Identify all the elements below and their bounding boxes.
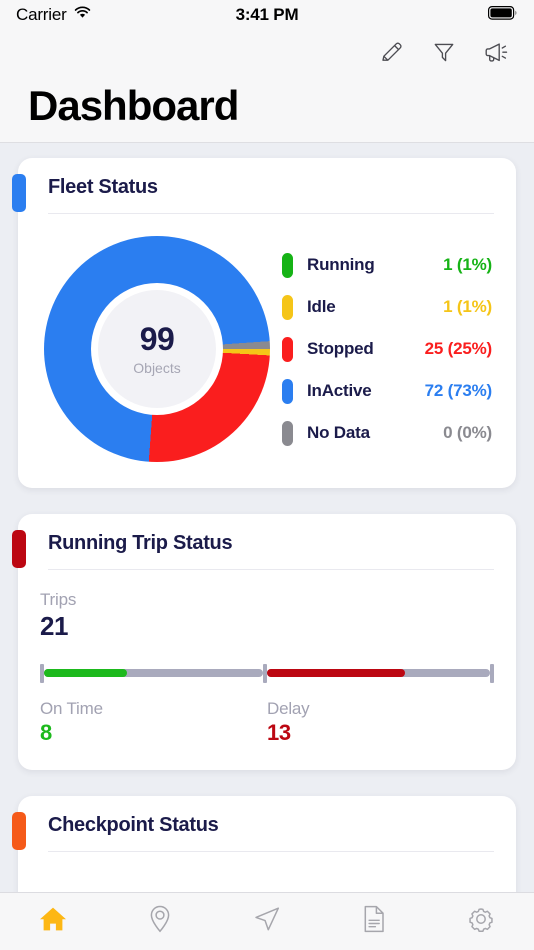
on-time-label: On Time	[40, 698, 103, 718]
trip-card-body: Trips 21 On Time 8 Delay 13	[18, 570, 516, 770]
legend-swatch-icon	[282, 336, 293, 362]
app-header: Dashboard	[0, 30, 534, 144]
page-title: Dashboard	[28, 82, 239, 129]
tab-navigate[interactable]	[214, 893, 321, 950]
trip-progress-bars[interactable]	[40, 663, 494, 683]
delay-label: Delay	[267, 698, 310, 718]
legend-value: 25 (25%)	[424, 339, 493, 358]
dashboard-scroll-area[interactable]: Fleet Status 99 Objects Running 1 (1%) Idl…	[0, 150, 534, 892]
legend-swatch-icon	[282, 252, 293, 278]
legend-label: Idle	[307, 297, 336, 316]
trip-card-title: Running Trip Status	[48, 532, 233, 554]
delay-fill	[267, 669, 406, 678]
legend-value: 1 (1%)	[443, 255, 492, 274]
document-icon	[360, 903, 388, 940]
on-time-value: 8	[40, 719, 52, 745]
fleet-card-title: Fleet Status	[48, 176, 158, 198]
legend-label: Running	[307, 255, 375, 274]
running-trip-status-card[interactable]: Running Trip Status Trips 21 On Time 8 D…	[12, 514, 516, 770]
pencil-icon	[379, 39, 405, 70]
trips-value: 21	[40, 611, 69, 641]
donut-center: 99 Objects	[91, 283, 223, 415]
status-bar-left: Carrier	[16, 5, 91, 25]
megaphone-icon	[483, 39, 510, 70]
legend-label: InActive	[307, 381, 372, 400]
funnel-icon	[431, 39, 457, 70]
trips-metric: Trips 21	[40, 590, 494, 642]
legend-swatch-icon	[282, 420, 293, 446]
legend-row[interactable]: Idle 1 (1%)	[282, 286, 492, 328]
tab-reports[interactable]	[320, 893, 427, 950]
checkpoint-card-header: Checkpoint Status	[18, 796, 516, 851]
gear-icon	[465, 903, 497, 940]
donut-total-value: 99	[139, 320, 175, 357]
legend-value: 1 (1%)	[443, 297, 492, 316]
battery-full-icon	[488, 5, 518, 25]
tab-settings[interactable]	[427, 893, 534, 950]
trip-footer: On Time 8 Delay 13	[40, 699, 494, 746]
legend-row[interactable]: InActive 72 (73%)	[282, 370, 492, 412]
legend-row[interactable]: Running 1 (1%)	[282, 244, 492, 286]
header-actions	[28, 30, 516, 78]
trip-card-accent-bar	[12, 530, 26, 568]
legend-swatch-icon	[282, 294, 293, 320]
fleet-legend: Running 1 (1%) Idle 1 (1%) Stopped 25 (25%) In…	[270, 244, 494, 454]
tab-location[interactable]	[107, 893, 214, 950]
tab-home[interactable]	[0, 893, 107, 950]
trips-label: Trips	[40, 590, 77, 609]
delay-metric: Delay 13	[267, 699, 494, 746]
carrier-label: Carrier	[16, 5, 67, 24]
delay-progress[interactable]	[267, 663, 494, 683]
legend-row[interactable]: Stopped 25 (25%)	[282, 328, 492, 370]
edit-button[interactable]	[378, 40, 406, 68]
legend-label: Stopped	[307, 339, 374, 358]
fleet-status-card[interactable]: Fleet Status 99 Objects Running 1 (1%) Idl…	[12, 158, 516, 488]
fleet-card-header: Fleet Status	[18, 158, 516, 213]
navigation-arrow-icon	[251, 903, 283, 940]
fleet-card-accent-bar	[12, 174, 26, 212]
filter-button[interactable]	[430, 40, 458, 68]
trip-card-header: Running Trip Status	[18, 514, 516, 569]
checkpoint-card-title: Checkpoint Status	[48, 813, 219, 836]
fleet-card-body: 99 Objects Running 1 (1%) Idle 1 (1%) Stoppe…	[18, 214, 516, 488]
on-time-metric: On Time 8	[40, 699, 267, 746]
home-icon	[37, 903, 69, 940]
on-time-track	[44, 669, 263, 678]
on-time-fill	[44, 669, 128, 678]
legend-label: No Data	[307, 423, 370, 442]
donut-total-label: Objects	[133, 359, 181, 376]
legend-swatch-icon	[282, 378, 293, 404]
checkpoint-card-body	[18, 852, 516, 892]
legend-value: 72 (73%)	[424, 381, 493, 400]
announcement-button[interactable]	[482, 40, 510, 68]
on-time-progress[interactable]	[40, 663, 267, 683]
status-bar: Carrier 3:41 PM	[0, 0, 534, 30]
status-bar-right	[488, 5, 518, 25]
legend-value: 0 (0%)	[443, 423, 492, 442]
fleet-donut-chart[interactable]: 99 Objects	[44, 236, 270, 462]
map-pin-icon	[145, 903, 175, 940]
checkpoint-card-accent-bar	[12, 811, 26, 850]
wifi-icon	[74, 6, 91, 24]
bottom-tab-bar	[0, 892, 534, 950]
delay-end-tick	[490, 663, 494, 683]
checkpoint-status-card[interactable]: Checkpoint Status	[12, 795, 516, 892]
delay-track	[267, 669, 490, 678]
legend-row[interactable]: No Data 0 (0%)	[282, 412, 492, 454]
delay-value: 13	[267, 719, 291, 745]
